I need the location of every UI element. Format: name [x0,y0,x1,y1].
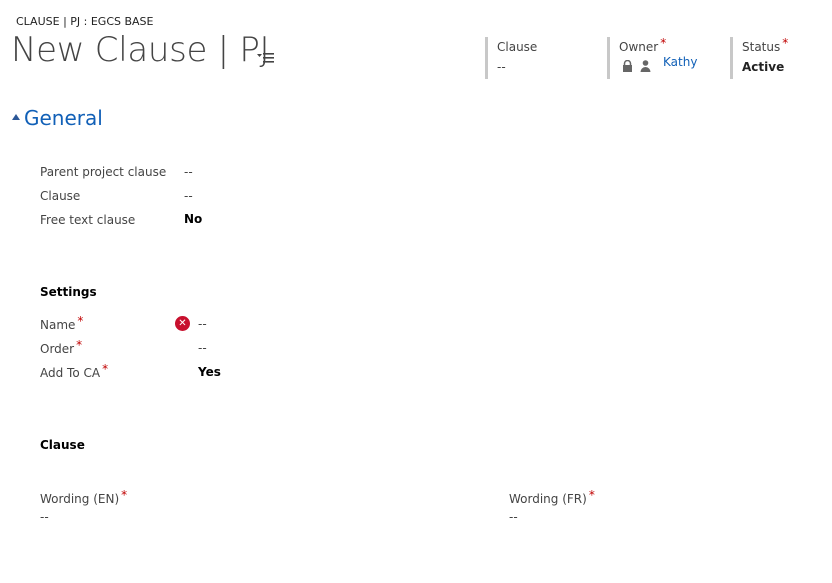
field-value-add-to-ca[interactable]: Yes [198,365,221,379]
page-title: New Clause | PJ [11,30,270,70]
field-label-name: Name * [40,314,83,332]
header-clause-value[interactable]: -- [497,60,506,74]
lock-icon [622,57,633,76]
field-value-name[interactable]: -- [198,317,207,331]
command-menu-icon[interactable] [257,50,275,64]
field-value-free-text-clause[interactable]: No [184,212,202,226]
field-value-wording-fr[interactable]: -- [509,510,518,524]
required-marker: * [588,488,595,502]
owner-label-text: Owner [619,40,659,54]
header-status-value[interactable]: Active [742,60,784,74]
field-label-free-text-clause: Free text clause [40,213,136,227]
field-label-add-to-ca: Add To CA * [40,362,108,380]
required-marker: * [782,36,789,50]
settings-heading: Settings [40,285,97,299]
header-clause-label: Clause [497,40,538,54]
required-marker: * [660,36,667,50]
order-label-text: Order [40,342,75,356]
header-owner-label: Owner * [619,36,666,54]
field-label-order: Order * [40,338,82,356]
field-label-wording-en: Wording (EN) * [40,488,127,506]
field-value-order[interactable]: -- [198,341,207,355]
owner-link[interactable]: Kathy [663,55,697,69]
add-to-ca-label-text: Add To CA [40,366,101,380]
field-value-clause[interactable]: -- [184,189,193,203]
collapse-arrow-icon[interactable] [12,114,20,120]
field-label-parent-project-clause: Parent project clause [40,165,167,179]
clause-heading: Clause [40,438,85,452]
field-value-wording-en[interactable]: -- [40,510,49,524]
header-divider [485,37,488,79]
wording-fr-label-text: Wording (FR) [509,492,587,506]
required-marker: * [76,338,83,352]
field-value-parent-project-clause[interactable]: -- [184,165,193,179]
wording-en-label-text: Wording (EN) [40,492,120,506]
field-label-wording-fr: Wording (FR) * [509,488,595,506]
section-title-general[interactable]: General [24,106,103,130]
header-divider [607,37,610,79]
breadcrumb: CLAUSE | PJ : EGCS BASE [16,15,154,28]
status-label-text: Status [742,40,781,54]
header-divider [730,37,733,79]
required-marker: * [121,488,128,502]
user-icon [640,57,651,76]
required-marker: * [102,362,109,376]
error-icon: ✕ [175,316,190,331]
required-marker: * [77,314,84,328]
name-label-text: Name [40,318,76,332]
header-status-label: Status * [742,36,788,54]
field-label-clause: Clause [40,189,81,203]
